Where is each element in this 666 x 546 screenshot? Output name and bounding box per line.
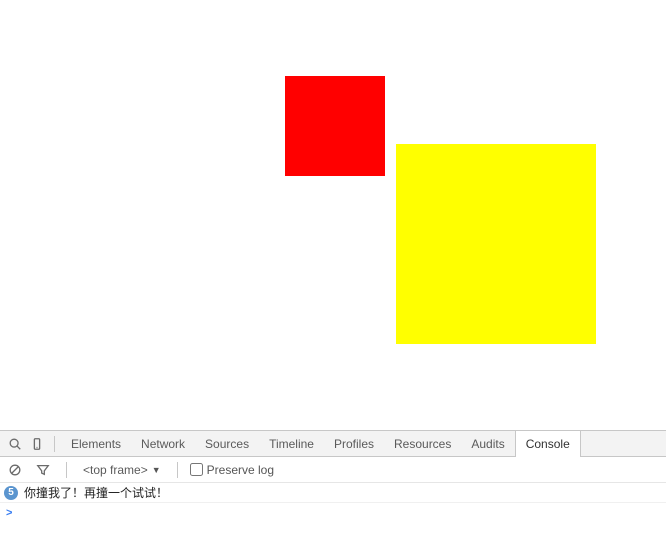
separator	[54, 436, 55, 452]
preserve-log-label: Preserve log	[207, 463, 274, 477]
console-log[interactable]: 5 你撞我了！再撞一个试试！ >	[0, 483, 666, 546]
frame-selector[interactable]: <top frame> ▼	[79, 463, 165, 477]
separator	[66, 462, 67, 478]
log-message: 你撞我了！再撞一个试试！	[24, 484, 168, 501]
clear-console-icon[interactable]	[4, 457, 26, 482]
log-count-badge: 5	[4, 486, 18, 500]
page-viewport[interactable]	[0, 0, 666, 430]
separator	[177, 462, 178, 478]
filter-icon[interactable]	[32, 457, 54, 482]
prompt-icon: >	[6, 507, 12, 519]
preserve-log-toggle[interactable]: Preserve log	[190, 463, 274, 477]
tab-network[interactable]: Network	[131, 431, 195, 456]
tab-console[interactable]: Console	[515, 431, 581, 456]
log-entry: 5 你撞我了！再撞一个试试！	[0, 483, 666, 503]
tab-resources[interactable]: Resources	[384, 431, 461, 456]
tab-sources[interactable]: Sources	[195, 431, 259, 456]
tab-elements[interactable]: Elements	[61, 431, 131, 456]
yellow-square[interactable]	[396, 144, 596, 344]
inspect-icon[interactable]	[4, 431, 26, 456]
frame-label: <top frame>	[83, 463, 148, 477]
device-icon[interactable]	[26, 431, 48, 456]
chevron-down-icon: ▼	[152, 465, 161, 475]
preserve-log-checkbox[interactable]	[190, 463, 203, 476]
devtools-tabbar: Elements Network Sources Timeline Profil…	[0, 431, 666, 457]
red-square[interactable]	[285, 76, 385, 176]
devtools-panel: Elements Network Sources Timeline Profil…	[0, 430, 666, 546]
tab-profiles[interactable]: Profiles	[324, 431, 384, 456]
console-toolbar: <top frame> ▼ Preserve log	[0, 457, 666, 483]
tab-timeline[interactable]: Timeline	[259, 431, 324, 456]
tab-audits[interactable]: Audits	[461, 431, 514, 456]
console-input-row[interactable]: >	[0, 503, 666, 523]
